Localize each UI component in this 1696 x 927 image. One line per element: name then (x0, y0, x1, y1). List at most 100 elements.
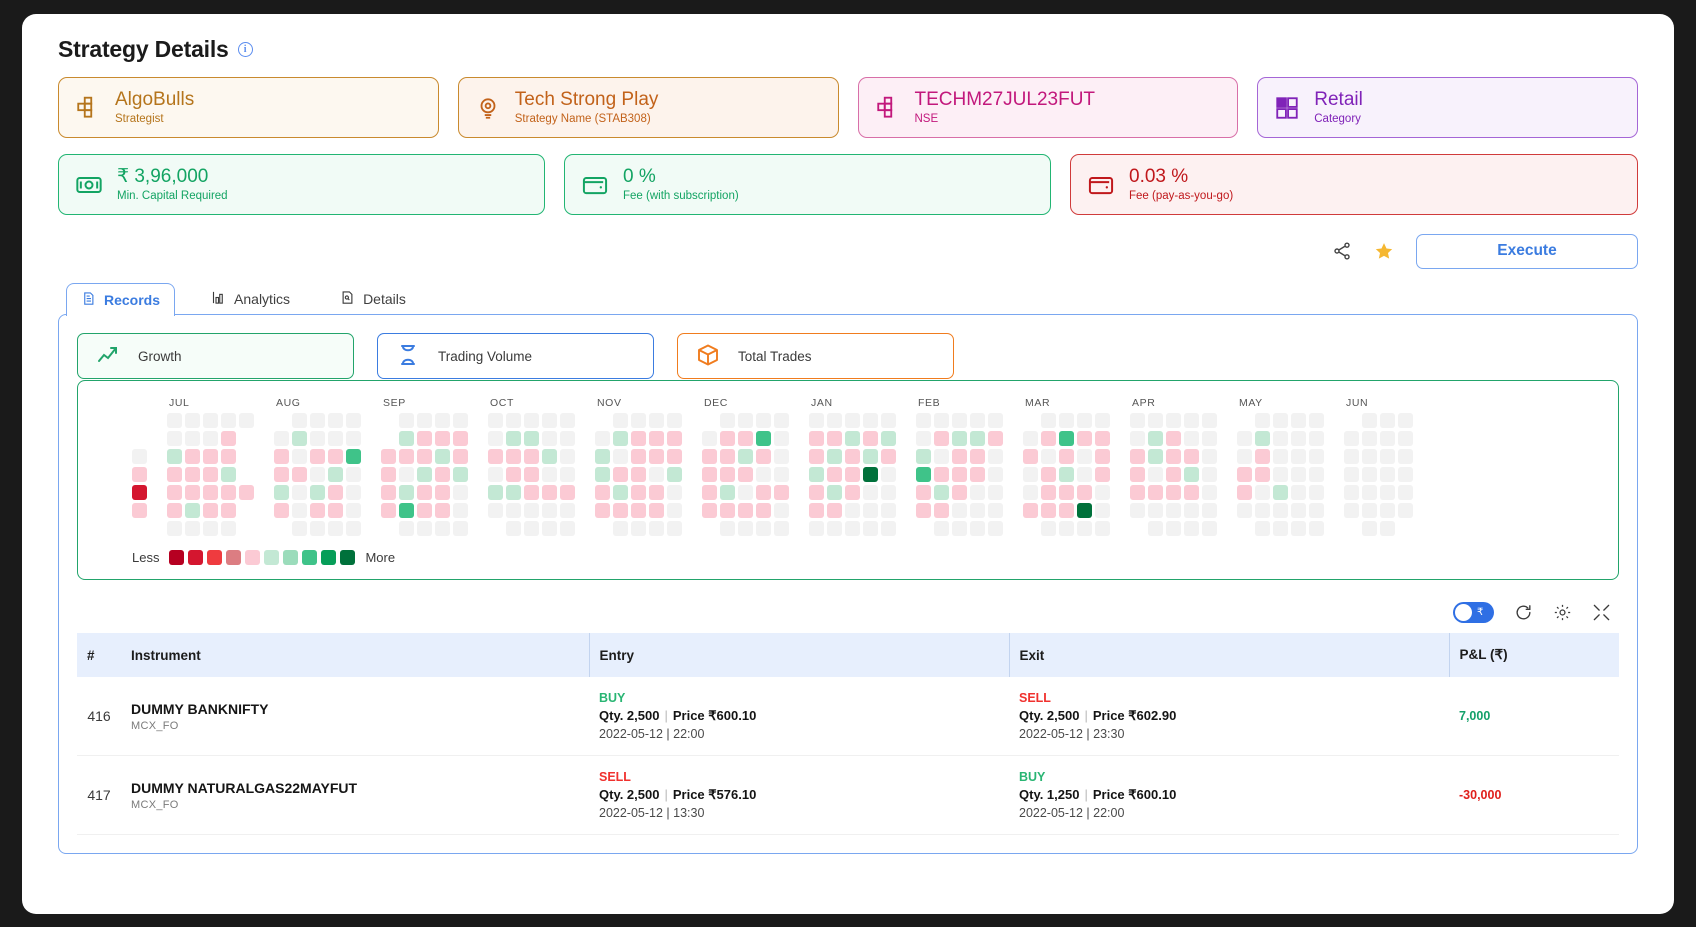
heatmap-cell[interactable] (809, 431, 824, 446)
heatmap-cell[interactable] (488, 503, 503, 518)
heatmap-cell[interactable] (435, 413, 450, 428)
heatmap-cell[interactable] (863, 521, 878, 536)
heatmap-cell[interactable] (845, 449, 860, 464)
gear-icon[interactable] (1553, 603, 1572, 622)
heatmap-cell[interactable] (1362, 467, 1377, 482)
heatmap-cell[interactable] (1059, 467, 1074, 482)
heatmap-cell[interactable] (667, 503, 682, 518)
heatmap-cell[interactable] (1130, 413, 1145, 428)
heatmap-cell[interactable] (1380, 521, 1395, 536)
heatmap-cell[interactable] (453, 485, 468, 500)
heatmap-cell[interactable] (1309, 521, 1324, 536)
heatmap-cell[interactable] (934, 503, 949, 518)
heatmap-cell[interactable] (310, 503, 325, 518)
heatmap-cell[interactable] (667, 449, 682, 464)
heatmap-cell[interactable] (720, 503, 735, 518)
heatmap-cell[interactable] (738, 485, 753, 500)
heatmap-cell[interactable] (863, 485, 878, 500)
heatmap-cell[interactable] (827, 413, 842, 428)
heatmap-cell[interactable] (1273, 503, 1288, 518)
heatmap-cell[interactable] (1398, 503, 1413, 518)
heatmap-cell[interactable] (1380, 449, 1395, 464)
heatmap-cell[interactable] (738, 431, 753, 446)
heatmap-cell[interactable] (1291, 449, 1306, 464)
heatmap-cell[interactable] (274, 431, 289, 446)
heatmap-cell[interactable] (613, 413, 628, 428)
heatmap-cell[interactable] (756, 485, 771, 500)
heatmap-cell[interactable] (1184, 485, 1199, 500)
heatmap-cell[interactable] (435, 449, 450, 464)
heatmap-cell[interactable] (1148, 503, 1163, 518)
heatmap-cell[interactable] (274, 449, 289, 464)
heatmap-cell[interactable] (1202, 503, 1217, 518)
heatmap-cell[interactable] (827, 431, 842, 446)
heatmap-cell[interactable] (1380, 467, 1395, 482)
heatmap-cell[interactable] (1059, 449, 1074, 464)
heatmap-cell[interactable] (381, 503, 396, 518)
heatmap-cell[interactable] (1166, 413, 1181, 428)
heatmap-cell[interactable] (934, 467, 949, 482)
heatmap-cell[interactable] (1344, 467, 1359, 482)
heatmap-cell[interactable] (1059, 431, 1074, 446)
heatmap-cell[interactable] (934, 431, 949, 446)
heatmap-cell[interactable] (1041, 431, 1056, 446)
heatmap-cell[interactable] (952, 503, 967, 518)
heatmap-cell[interactable] (1184, 467, 1199, 482)
heatmap-cell[interactable] (1077, 449, 1092, 464)
heatmap-cell[interactable] (1130, 431, 1145, 446)
heatmap-cell[interactable] (417, 467, 432, 482)
heatmap-cell[interactable] (453, 413, 468, 428)
heatmap-cell[interactable] (756, 467, 771, 482)
heatmap-cell[interactable] (1130, 485, 1145, 500)
heatmap-cell[interactable] (1184, 431, 1199, 446)
heatmap-cell[interactable] (1095, 485, 1110, 500)
heatmap-cell[interactable] (863, 503, 878, 518)
heatmap-cell[interactable] (1148, 413, 1163, 428)
heatmap-cell[interactable] (1184, 521, 1199, 536)
heatmap-cell[interactable] (185, 431, 200, 446)
heatmap-cell[interactable] (1362, 485, 1377, 500)
heatmap-cell[interactable] (1291, 503, 1306, 518)
heatmap-cell[interactable] (720, 485, 735, 500)
heatmap-cell[interactable] (560, 467, 575, 482)
heatmap-cell[interactable] (1166, 431, 1181, 446)
heatmap-cell[interactable] (667, 485, 682, 500)
heatmap-cell[interactable] (542, 431, 557, 446)
heatmap-cell[interactable] (221, 503, 236, 518)
heatmap-cell[interactable] (720, 467, 735, 482)
heatmap-cell[interactable] (1095, 413, 1110, 428)
heatmap-cell[interactable] (845, 431, 860, 446)
heatmap-cell[interactable] (274, 467, 289, 482)
heatmap-cell[interactable] (381, 467, 396, 482)
heatmap-cell[interactable] (756, 413, 771, 428)
subtab-trading-volume[interactable]: Trading Volume (377, 333, 654, 379)
column-header[interactable]: Instrument (121, 633, 589, 677)
heatmap-cell[interactable] (506, 485, 521, 500)
star-icon[interactable] (1374, 241, 1394, 261)
heatmap-cell[interactable] (1095, 503, 1110, 518)
heatmap-cell[interactable] (1255, 485, 1270, 500)
heatmap-cell[interactable] (185, 521, 200, 536)
heatmap-cell[interactable] (827, 485, 842, 500)
heatmap-cell[interactable] (274, 503, 289, 518)
heatmap-cell[interactable] (488, 467, 503, 482)
heatmap-cell[interactable] (702, 467, 717, 482)
heatmap-cell[interactable] (185, 503, 200, 518)
heatmap-cell[interactable] (524, 413, 539, 428)
heatmap-cell[interactable] (916, 449, 931, 464)
heatmap-cell[interactable] (916, 431, 931, 446)
heatmap-cell[interactable] (809, 503, 824, 518)
heatmap-cell[interactable] (774, 467, 789, 482)
heatmap-cell[interactable] (203, 503, 218, 518)
heatmap-cell[interactable] (1398, 413, 1413, 428)
heatmap-cell[interactable] (649, 503, 664, 518)
heatmap-cell[interactable] (524, 467, 539, 482)
heatmap-cell[interactable] (916, 467, 931, 482)
heatmap-cell[interactable] (435, 485, 450, 500)
heatmap-cell[interactable] (167, 467, 182, 482)
heatmap-cell[interactable] (542, 449, 557, 464)
heatmap-cell[interactable] (756, 449, 771, 464)
heatmap-cell[interactable] (310, 449, 325, 464)
heatmap-cell[interactable] (845, 467, 860, 482)
heatmap-cell[interactable] (132, 449, 147, 464)
